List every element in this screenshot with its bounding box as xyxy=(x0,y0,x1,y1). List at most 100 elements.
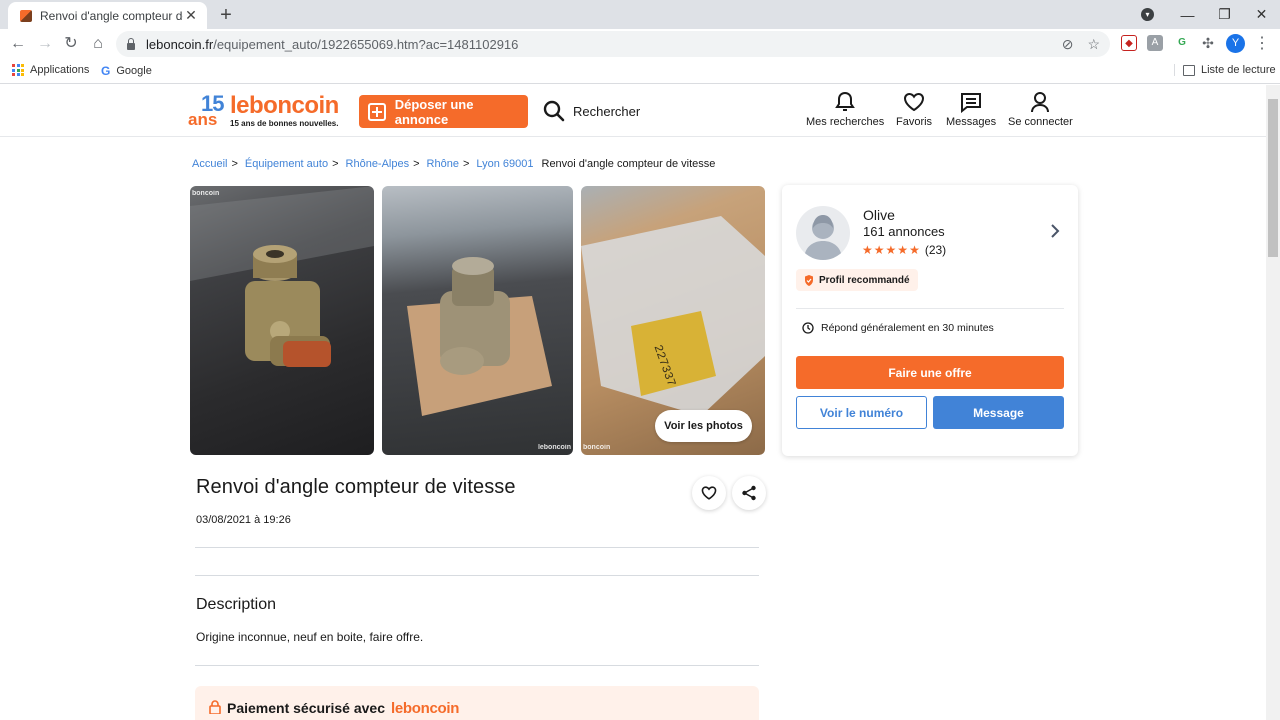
nav-login[interactable]: Se connecter xyxy=(1008,91,1073,128)
minimize-icon[interactable]: — xyxy=(1169,0,1206,29)
bookmark-star-icon[interactable]: ☆ xyxy=(1087,36,1100,53)
url-host: leboncoin.fr xyxy=(146,36,214,52)
shield-check-icon xyxy=(805,274,813,286)
breadcrumb-item[interactable]: Équipement auto xyxy=(245,158,328,170)
tab-search-icon[interactable]: ▾ xyxy=(1141,8,1154,21)
reading-list-icon xyxy=(1183,64,1195,76)
site-header: 15 ans leboncoin 15 ans de bonnes nouvel… xyxy=(0,85,1266,137)
nav-label: Mes recherches xyxy=(806,116,885,128)
bookmark-google[interactable]: G Google xyxy=(101,64,152,78)
seller-name[interactable]: Olive xyxy=(863,207,895,223)
bookmark-applications[interactable]: Applications xyxy=(12,64,89,76)
new-tab-plus-icon[interactable]: + xyxy=(216,4,236,27)
nav-saved-searches[interactable]: Mes recherches xyxy=(806,91,884,128)
back-arrow-icon[interactable]: ← xyxy=(8,34,28,54)
breadcrumb-item[interactable]: Rhône xyxy=(427,158,459,170)
star-icon: ★ xyxy=(909,243,920,257)
browser-tab[interactable]: Renvoi d'angle compteur de vitesse ✕ xyxy=(8,2,207,29)
favorite-button[interactable] xyxy=(692,476,726,510)
secure-payment-banner: Paiement sécurisé avec leboncoin xyxy=(195,686,759,720)
star-icon: ★ xyxy=(862,243,873,257)
reading-list-label: Liste de lecture xyxy=(1201,64,1276,76)
share-button[interactable] xyxy=(732,476,766,510)
logo-tagline: 15 ans de bonnes nouvelles. xyxy=(230,119,339,128)
photo-watermark-full: leboncoin xyxy=(537,444,571,451)
url-path: /equipement_auto/1922655069.htm?ac=14811… xyxy=(213,36,519,52)
secure-payment-label: Paiement sécurisé avec xyxy=(227,700,385,716)
eye-slash-icon[interactable]: ⊘ xyxy=(1062,36,1074,53)
search-icon xyxy=(543,100,565,122)
bookmarks-bar: Applications G Google Liste de lecture xyxy=(0,59,1280,84)
breadcrumb-item[interactable]: Accueil xyxy=(192,158,227,170)
plus-square-icon xyxy=(368,102,386,121)
seller-card: Olive 161 annonces ★ ★ ★ ★ ★ (23) Profil… xyxy=(782,185,1078,456)
chevron-right-icon[interactable] xyxy=(1050,223,1060,239)
product-photo-2[interactable]: leboncoin xyxy=(382,186,573,455)
nav-label: Messages xyxy=(946,116,997,128)
secure-payment-brand: leboncoin xyxy=(391,700,460,717)
divider xyxy=(195,575,759,576)
seller-rating: ★ ★ ★ ★ ★ (23) xyxy=(862,243,946,257)
chrome-menu-icon[interactable]: ⋮ xyxy=(1252,34,1272,54)
nav-messages[interactable]: Messages xyxy=(946,91,996,128)
seller-avatar[interactable] xyxy=(796,206,850,260)
search-button[interactable]: Rechercher xyxy=(543,100,640,122)
extension-pdf-icon[interactable]: A xyxy=(1147,35,1163,51)
google-icon: G xyxy=(101,64,111,78)
restore-icon[interactable]: ❐ xyxy=(1206,0,1243,29)
user-icon xyxy=(1031,92,1050,113)
product-photo-1[interactable]: boncoin xyxy=(190,186,374,455)
breadcrumb-item[interactable]: Rhône-Alpes xyxy=(346,158,410,170)
brass-part-image xyxy=(190,186,374,367)
description-text: Origine inconnue, neuf en boite, faire o… xyxy=(196,630,424,644)
seller-ads-count: 161 annonces xyxy=(863,224,945,239)
star-icon: ★ xyxy=(897,243,909,257)
reload-icon[interactable]: ↻ xyxy=(61,34,81,54)
nav-favorites[interactable]: Favoris xyxy=(896,91,932,128)
nav-label: Favoris xyxy=(896,116,933,128)
message-icon xyxy=(961,93,982,113)
leboncoin-logo[interactable]: 15 ans leboncoin 15 ans de bonnes nouvel… xyxy=(188,93,340,129)
breadcrumb-item[interactable]: Lyon 69001 xyxy=(476,158,533,170)
breadcrumb: Accueil > Équipement auto > Rhône-Alpes > R… xyxy=(192,158,716,170)
profile-avatar[interactable]: Y xyxy=(1226,34,1245,53)
extensions-puzzle-icon[interactable]: ✣ xyxy=(1200,35,1216,51)
response-label: Répond généralement en 30 minutes xyxy=(821,322,994,334)
apps-grid-icon xyxy=(12,64,24,76)
listing-title: Renvoi d'angle compteur de vitesse xyxy=(196,476,516,498)
make-offer-button[interactable]: Faire une offre xyxy=(796,356,1064,389)
home-icon[interactable]: ⌂ xyxy=(88,34,108,54)
see-photos-button[interactable]: Voir les photos xyxy=(655,410,752,442)
reading-list-button[interactable]: Liste de lecture xyxy=(1174,64,1276,76)
nav-label: Se connecter xyxy=(1008,116,1073,128)
reviews-count: (23) xyxy=(924,243,947,257)
share-icon xyxy=(742,485,756,501)
post-ad-label: Déposer une annonce xyxy=(394,96,474,127)
close-window-icon[interactable]: ✕ xyxy=(1243,0,1280,29)
lock-icon[interactable] xyxy=(126,38,136,50)
user-avatar-icon xyxy=(804,215,842,260)
star-icon: ★ xyxy=(885,243,897,257)
badge-label: Profil recommandé xyxy=(819,274,910,286)
bookmark-label: Applications xyxy=(30,64,90,76)
extension-google-icon[interactable]: G xyxy=(1174,35,1190,51)
message-button[interactable]: Message xyxy=(933,396,1064,429)
logo-name: leboncoin xyxy=(230,92,339,119)
show-number-button[interactable]: Voir le numéro xyxy=(796,396,927,429)
forward-arrow-icon[interactable]: → xyxy=(35,34,55,54)
tab-title: Renvoi d'angle compteur de vitesse xyxy=(40,8,183,23)
listing-date: 03/08/2021 à 19:26 xyxy=(196,514,291,526)
window-controls: — ❐ ✕ xyxy=(1169,0,1280,29)
extension-shield-icon[interactable]: ◆ xyxy=(1121,35,1137,51)
heart-icon xyxy=(701,486,717,500)
photo-watermark: boncoin xyxy=(583,444,611,451)
scrollbar-thumb[interactable] xyxy=(1268,99,1278,257)
divider xyxy=(195,665,759,666)
breadcrumb-current: Renvoi d'angle compteur de vitesse xyxy=(541,158,716,170)
divider xyxy=(796,308,1064,309)
address-bar[interactable]: leboncoin.fr/equipement_auto/1922655069.… xyxy=(116,31,1110,57)
close-tab-icon[interactable]: ✕ xyxy=(183,7,199,24)
post-ad-button[interactable]: Déposer une annonce xyxy=(359,95,528,128)
recommended-badge: Profil recommandé xyxy=(796,269,918,291)
photo-watermark: boncoin xyxy=(192,190,220,197)
